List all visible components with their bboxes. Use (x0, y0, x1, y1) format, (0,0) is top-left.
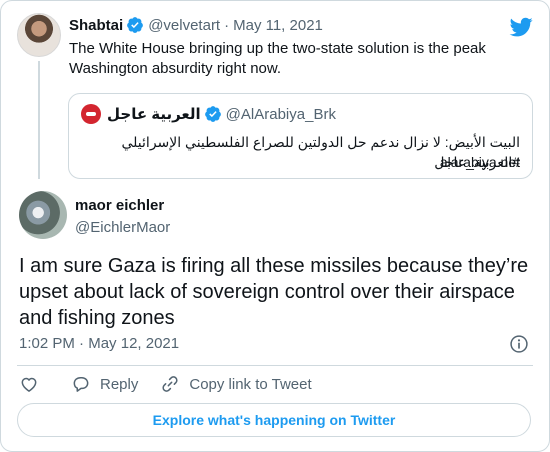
twitter-bird-icon[interactable] (509, 15, 533, 39)
verified-badge-icon (204, 106, 221, 122)
parent-date[interactable]: May 11, 2021 (233, 17, 323, 34)
thread-line (38, 61, 40, 179)
explore-twitter-button[interactable]: Explore what's happening on Twitter (17, 403, 531, 437)
date-separator: · (224, 16, 230, 34)
reply-button[interactable]: Reply (71, 374, 138, 394)
main-time: 1:02 PM (19, 335, 75, 352)
parent-tweet-text: The White House bringing up the two-stat… (69, 40, 486, 77)
main-date: May 12, 2021 (88, 335, 180, 352)
reply-icon (73, 377, 89, 392)
quoted-avatar (81, 104, 101, 124)
copy-link-button[interactable]: Copy link to Tweet (160, 374, 312, 394)
quoted-author-name: العربية عاجل (107, 106, 201, 123)
action-bar: Reply Copy link to Tweet (19, 373, 312, 395)
quoted-link[interactable]: alarabiya.net (440, 152, 520, 172)
parent-author-handle[interactable]: @velvetart (148, 17, 220, 34)
parent-avatar[interactable] (17, 13, 61, 57)
parent-tweet[interactable]: Shabtai @velvetart · May 11, 2021 The Wh… (1, 1, 549, 183)
divider (17, 365, 533, 366)
time-separator: · (79, 335, 85, 352)
copy-link-label: Copy link to Tweet (189, 375, 312, 393)
quoted-tweet[interactable]: العربية عاجل @AlArabiya_Brk البيت الأبيض… (68, 93, 533, 179)
main-avatar[interactable] (19, 191, 67, 239)
main-author-name[interactable]: maor eichler (75, 197, 164, 214)
parent-author-name[interactable]: Shabtai (69, 17, 123, 34)
main-tweet-text: I am sure Gaza is firing all these missi… (19, 255, 529, 329)
reply-label: Reply (100, 375, 139, 393)
like-button[interactable] (19, 374, 39, 394)
tweet-embed-card: Shabtai @velvetart · May 11, 2021 The Wh… (0, 0, 550, 452)
quoted-header: العربية عاجل @AlArabiya_Brk (81, 104, 336, 124)
heart-icon (21, 377, 37, 392)
parent-header: Shabtai @velvetart · May 11, 2021 (69, 15, 323, 35)
main-timestamp[interactable]: 1:02 PM · May 12, 2021 (19, 335, 179, 352)
quoted-author-handle: @AlArabiya_Brk (225, 105, 336, 123)
info-icon[interactable] (509, 334, 529, 354)
main-author-handle[interactable]: @EichlerMaor (75, 219, 170, 236)
link-icon (162, 376, 178, 392)
verified-badge-icon (127, 17, 144, 33)
